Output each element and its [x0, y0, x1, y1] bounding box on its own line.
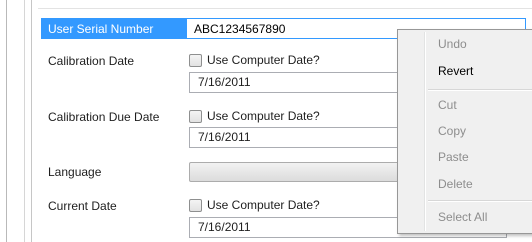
calibration-due-date-checkbox[interactable]: [189, 110, 202, 123]
menu-item-copy[interactable]: Copy: [438, 124, 466, 138]
menu-separator: [428, 89, 532, 91]
panel-border-inner: [24, 0, 25, 242]
calibration-due-date-value: 7/16/2011: [198, 130, 251, 144]
calibration-date-picker[interactable]: 7/16/2011: [189, 72, 404, 93]
language-label: Language: [48, 165, 102, 179]
top-divider: [38, 8, 532, 9]
menu-item-paste[interactable]: Paste: [438, 150, 469, 164]
menu-item-delete[interactable]: Delete: [438, 177, 473, 191]
current-date-checkbox-label[interactable]: Use Computer Date?: [207, 198, 320, 212]
menu-item-cut[interactable]: Cut: [438, 98, 457, 112]
language-dropdown[interactable]: [189, 162, 404, 182]
calibration-date-value: 7/16/2011: [198, 75, 251, 89]
calibration-date-label: Calibration Date: [48, 54, 135, 68]
calibration-due-date-label: Calibration Due Date: [48, 110, 160, 124]
calibration-date-checkbox-label[interactable]: Use Computer Date?: [207, 53, 320, 67]
menu-item-revert[interactable]: Revert: [438, 64, 473, 78]
current-date-checkbox[interactable]: [189, 199, 202, 212]
context-menu: Undo Revert Cut Copy Paste Delete Select…: [397, 29, 532, 234]
calibration-due-date-picker[interactable]: 7/16/2011: [189, 127, 404, 148]
menu-separator: [428, 200, 532, 202]
serial-value: ABC1234567890: [194, 22, 286, 36]
current-date-value: 7/16/2011: [198, 220, 251, 234]
panel-border-inner-2: [31, 0, 32, 242]
context-menu-gutter: [424, 32, 426, 231]
serial-label: User Serial Number: [48, 22, 154, 36]
calibration-date-checkbox[interactable]: [189, 54, 202, 67]
current-date-label: Current Date: [48, 199, 117, 213]
calibration-due-date-checkbox-label[interactable]: Use Computer Date?: [207, 109, 320, 123]
menu-item-undo[interactable]: Undo: [438, 37, 467, 51]
menu-item-select-all[interactable]: Select All: [438, 210, 487, 224]
panel-border-left: [6, 0, 7, 242]
